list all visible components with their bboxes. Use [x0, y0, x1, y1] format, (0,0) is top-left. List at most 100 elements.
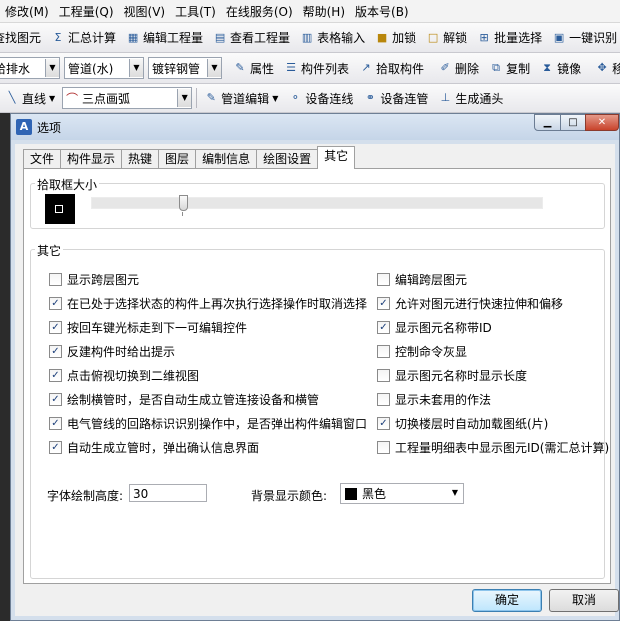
pick-box-dot	[55, 205, 63, 213]
menu-help[interactable]: 帮助(H)	[298, 3, 350, 20]
pick-box-slider-thumb[interactable]	[179, 195, 188, 211]
close-button[interactable]: ✕	[585, 114, 619, 131]
pick-component-button[interactable]: ↗ 拾取构件	[354, 57, 429, 79]
category-select[interactable]: 管道(水) ▼	[64, 57, 144, 79]
option-label: 反建构件时给出提示	[67, 345, 176, 359]
recognize-icon: ▣	[553, 30, 565, 44]
font-height-input[interactable]: 30	[129, 484, 207, 502]
bg-color-label: 背景显示颜色:	[251, 489, 328, 503]
option-label: 显示图元名称时显示长度	[395, 369, 528, 383]
tab-drawing-settings[interactable]: 绘图设置	[256, 149, 319, 169]
pick-box-title: 拾取框大小	[35, 176, 100, 193]
checkmark-icon[interactable]: ✓	[49, 393, 62, 406]
option-checkbox[interactable]: 控制命令灰显	[377, 343, 467, 360]
arc-icon: ⌒	[66, 91, 79, 106]
checkmark-icon[interactable]: ✓	[377, 417, 390, 430]
option-checkbox[interactable]: ✓ 自动生成立管时，弹出确认信息界面	[49, 439, 259, 456]
checkbox-box[interactable]	[49, 273, 62, 286]
checkmark-icon[interactable]: ✓	[377, 321, 390, 334]
batch-select-icon: ⊞	[479, 30, 489, 44]
option-checkbox[interactable]: 显示图元名称时显示长度	[377, 367, 527, 384]
component-toolbar: 给排水 ▼ 管道(水) ▼ 镀锌钢管 ▼ ✎ 属性 ☰ 构件列表 ↗ 拾取构件 …	[0, 53, 620, 84]
dialog-title-bar[interactable]: A 选项 ▁ □ ✕	[11, 114, 619, 140]
delete-button[interactable]: ✐ 删除	[433, 57, 484, 79]
draw-toolbar: ╲ 直线 ▼ ⌒ 三点画弧 ▼ ✎ 管道编辑 ▼ ⚬ 设备连线 ⚭ 设备连管 ⊥…	[0, 84, 620, 113]
checkmark-icon[interactable]: ✓	[49, 321, 62, 334]
option-checkbox[interactable]: ✓ 允许对图元进行快速拉伸和偏移	[377, 295, 563, 312]
tab-compile-info[interactable]: 编制信息	[195, 149, 258, 169]
batch-select-button[interactable]: ⊞ 批量选择	[472, 27, 547, 49]
one-key-recognize-button[interactable]: ▣ 一键识别	[547, 27, 620, 49]
option-checkbox[interactable]: ✓ 切换楼层时自动加载图纸(片)	[377, 415, 548, 432]
checkmark-icon[interactable]: ✓	[49, 417, 62, 430]
mirror-button[interactable]: ⧗ 镜像	[535, 57, 586, 79]
pick-box-slider[interactable]	[91, 197, 543, 209]
tab-file[interactable]: 文件	[23, 149, 62, 169]
edit-quantity-button[interactable]: ▦ 编辑工程量	[121, 27, 208, 49]
checkmark-icon[interactable]: ✓	[377, 297, 390, 310]
menu-quantity[interactable]: 工程量(Q)	[54, 3, 119, 20]
tab-panel-other: 拾取框大小 其它 显示跨层图元 ✓ 在已处于选择状态的构件上再次执行选择操作时取消选…	[23, 168, 611, 584]
option-checkbox[interactable]: ✓ 在已处于选择状态的构件上再次执行选择操作时取消选择	[49, 295, 367, 312]
checkmark-icon[interactable]: ✓	[49, 369, 62, 382]
menu-version[interactable]: 版本号(B)	[350, 3, 414, 20]
option-checkbox[interactable]: ✓ 电气管线的回路标识识别操作中，是否弹出构件编辑窗口	[49, 415, 367, 432]
checkbox-box[interactable]	[377, 345, 390, 358]
edit-sheet-icon: ▦	[127, 30, 139, 44]
option-label: 显示图元名称带ID	[395, 321, 492, 335]
component-list-button[interactable]: ☰ 构件列表	[279, 57, 354, 79]
device-connect-button[interactable]: ⚬ 设备连线	[283, 87, 358, 109]
option-checkbox[interactable]: ✓ 反建构件时给出提示	[49, 343, 175, 360]
component-select[interactable]: 镀锌钢管 ▼	[148, 57, 222, 79]
option-checkbox[interactable]: 显示未套用的作法	[377, 391, 491, 408]
chevron-down-icon: ▼	[45, 59, 59, 77]
bg-color-select[interactable]: 黑色 ▼	[340, 483, 464, 504]
table-input-button[interactable]: ▥ 表格输入	[295, 27, 370, 49]
tab-component-display[interactable]: 构件显示	[60, 149, 123, 169]
move-button[interactable]: ✥ 移	[590, 57, 620, 79]
unlock-button[interactable]: □ 解锁	[421, 27, 472, 49]
option-label: 自动生成立管时，弹出确认信息界面	[67, 441, 260, 455]
cancel-button[interactable]: 取消	[549, 589, 619, 612]
sum-calc-button[interactable]: Σ 汇总计算	[46, 27, 121, 49]
option-checkbox[interactable]: 显示跨层图元	[49, 271, 139, 288]
ok-button[interactable]: 确定	[472, 589, 542, 612]
option-checkbox[interactable]: ✓ 显示图元名称带ID	[377, 319, 492, 336]
properties-button[interactable]: ✎ 属性	[228, 57, 279, 79]
option-checkbox[interactable]: ✓ 点击俯视切换到二维视图	[49, 367, 199, 384]
checkbox-box[interactable]	[377, 369, 390, 382]
checkbox-box[interactable]	[377, 393, 390, 406]
option-checkbox[interactable]: ✓ 按回车键光标走到下一可编辑控件	[49, 319, 247, 336]
lock-button[interactable]: ■ 加锁	[370, 27, 421, 49]
properties-icon: ✎	[235, 61, 245, 74]
checkmark-icon[interactable]: ✓	[49, 345, 62, 358]
menu-online-service[interactable]: 在线服务(O)	[221, 3, 298, 20]
find-element-button[interactable]: 查找图元	[0, 27, 46, 49]
option-label: 显示未套用的作法	[395, 393, 492, 407]
maximize-button[interactable]: □	[560, 114, 586, 131]
line-button[interactable]: ╲ 直线 ▼	[0, 87, 60, 109]
chevron-down-icon: ▼	[207, 59, 221, 77]
pipe-edit-button[interactable]: ✎ 管道编辑 ▼	[199, 87, 283, 109]
device-pipe-button[interactable]: ⚭ 设备连管	[358, 87, 433, 109]
tab-layers[interactable]: 图层	[158, 149, 197, 169]
checkmark-icon[interactable]: ✓	[49, 297, 62, 310]
option-checkbox[interactable]: 编辑跨层图元	[377, 271, 467, 288]
option-checkbox[interactable]: 工程量明细表中显示图元ID(需汇总计算)	[377, 439, 609, 456]
tab-hotkeys[interactable]: 热键	[121, 149, 160, 169]
menu-tools[interactable]: 工具(T)	[170, 3, 221, 20]
copy-button[interactable]: ⧉ 复制	[484, 57, 535, 79]
minimize-button[interactable]: ▁	[534, 114, 561, 131]
menu-view[interactable]: 视图(V)	[119, 3, 171, 20]
checkmark-icon[interactable]: ✓	[49, 441, 62, 454]
menu-bar: 修改(M) 工程量(Q) 视图(V) 工具(T) 在线服务(O) 帮助(H) 版…	[0, 0, 620, 23]
generate-fitting-button[interactable]: ⊥ 生成通头	[433, 87, 508, 109]
checkbox-box[interactable]	[377, 273, 390, 286]
option-checkbox[interactable]: ✓ 绘制横管时，是否自动生成立管连接设备和横管	[49, 391, 319, 408]
arc-mode-select[interactable]: ⌒ 三点画弧 ▼	[62, 87, 193, 109]
checkbox-box[interactable]	[377, 441, 390, 454]
discipline-select[interactable]: 给排水 ▼	[0, 57, 60, 79]
tab-other[interactable]: 其它	[317, 146, 356, 169]
view-quantity-button[interactable]: ▤ 查看工程量	[208, 27, 295, 49]
menu-modify[interactable]: 修改(M)	[0, 3, 54, 20]
